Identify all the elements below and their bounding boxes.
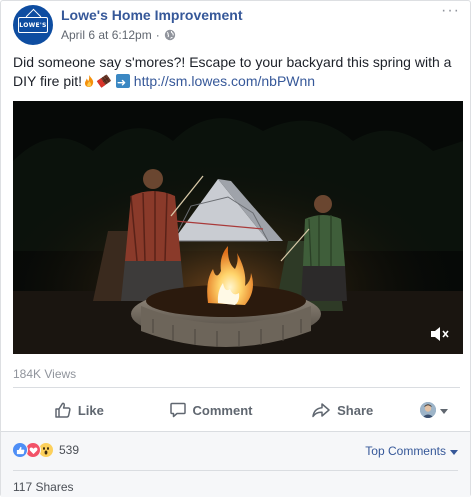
share-button[interactable]: Share: [276, 401, 408, 419]
globe-icon: [164, 29, 175, 41]
lowes-logo-icon: LOWE'S: [18, 17, 48, 33]
action-bar: Like Comment Share: [13, 394, 460, 426]
top-comments-label: Top Comments: [365, 444, 446, 458]
video-frame: [13, 101, 463, 354]
like-label: Like: [77, 402, 104, 418]
comment-label: Comment: [192, 402, 253, 418]
logo-text: LOWE'S: [19, 21, 47, 29]
comment-button[interactable]: Comment: [145, 401, 277, 419]
footer-divider: [13, 470, 458, 471]
arrow-emoji: [115, 73, 130, 92]
reaction-count: 539: [59, 443, 80, 457]
post-text: Did someone say s'mores?! Escape to your…: [13, 53, 463, 92]
video-player[interactable]: [13, 101, 463, 354]
share-icon: [312, 403, 330, 418]
like-icon: [55, 402, 71, 418]
view-count: 184K Views: [13, 367, 77, 381]
like-button[interactable]: Like: [13, 401, 145, 419]
chocolate-emoji: [96, 74, 111, 88]
post-as-selector[interactable]: [408, 402, 460, 418]
chevron-down-icon: [440, 408, 449, 414]
meta-separator: ·: [155, 28, 160, 42]
post-link[interactable]: http://sm.lowes.com/nbPWnn: [134, 73, 315, 89]
share-label: Share: [337, 402, 374, 418]
user-avatar: [420, 402, 437, 418]
post-header: LOWE'S Lowe's Home Improvement April 6 a…: [13, 3, 460, 49]
reactions-summary[interactable]: 539: [12, 442, 79, 458]
caret-icon: [450, 449, 458, 455]
share-count[interactable]: 117 Shares: [13, 480, 74, 494]
like-reaction-icon: [12, 442, 28, 458]
post-meta: April 6 at 6:12pm ·: [61, 28, 176, 42]
comment-icon: [169, 402, 186, 418]
top-comments-dropdown[interactable]: Top Comments: [365, 444, 458, 458]
mute-icon[interactable]: [429, 326, 449, 342]
post-card: LOWE'S Lowe's Home Improvement April 6 a…: [0, 0, 471, 497]
more-options-icon[interactable]: ···: [441, 3, 460, 19]
page-avatar[interactable]: LOWE'S: [13, 5, 53, 45]
divider: [13, 387, 460, 388]
fire-emoji: [84, 75, 94, 87]
post-timestamp[interactable]: April 6 at 6:12pm: [61, 28, 152, 42]
reactions-footer: 539 Top Comments 117 Shares: [1, 431, 470, 497]
page-name-link[interactable]: Lowe's Home Improvement: [61, 7, 242, 23]
